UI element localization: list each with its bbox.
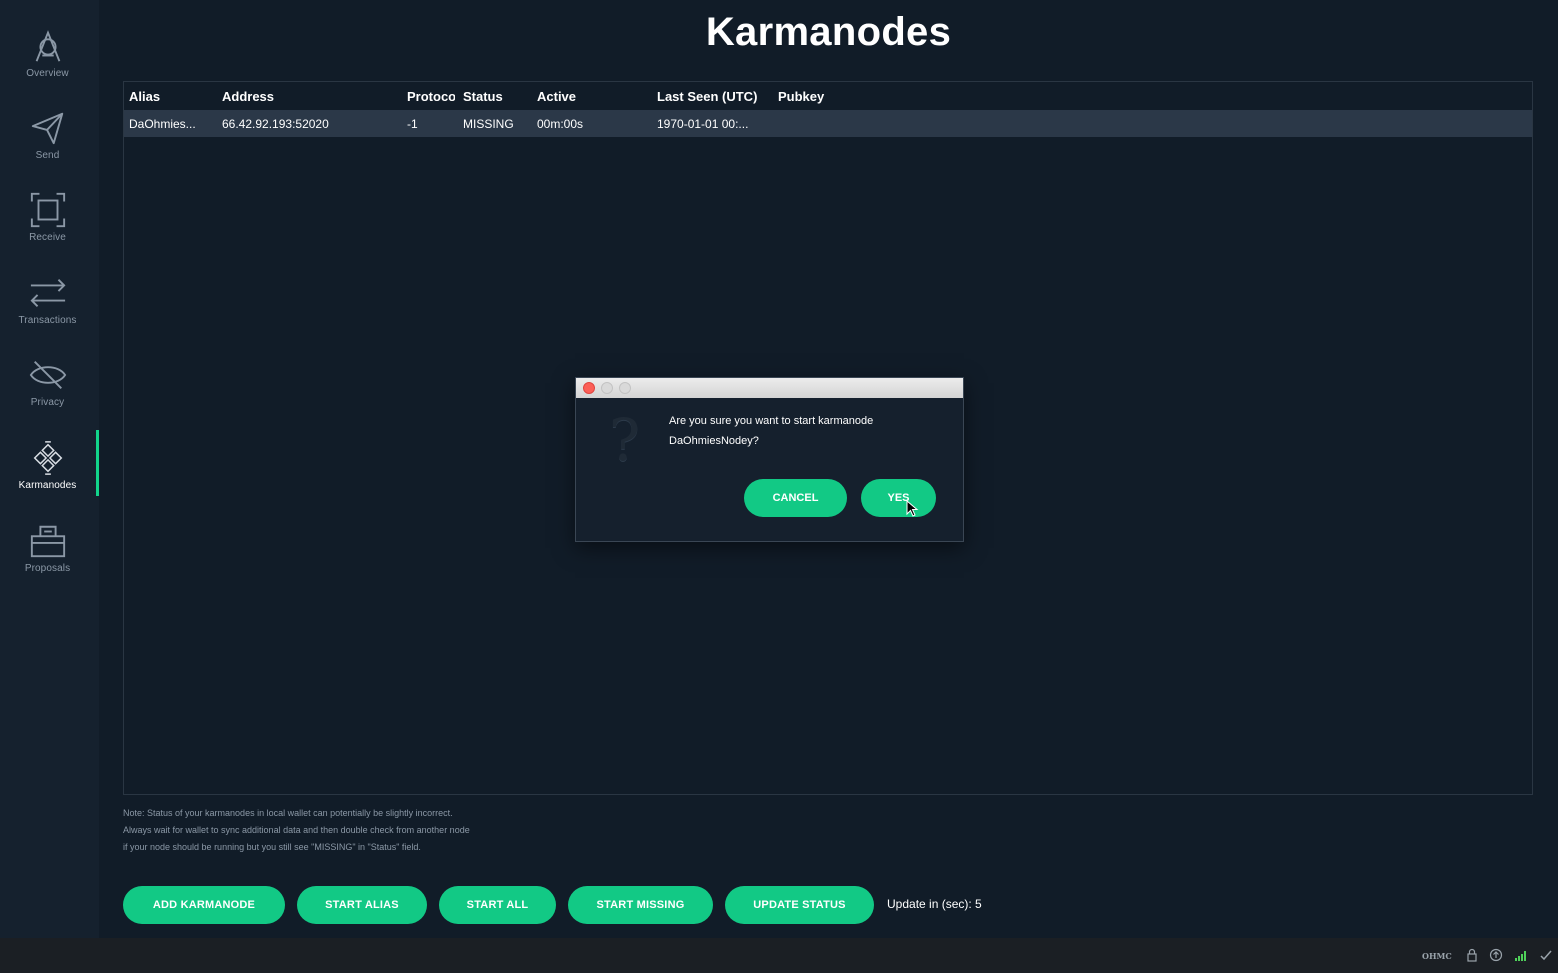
start-alias-button[interactable]: START ALIAS — [297, 886, 427, 924]
note-line-1: Note: Status of your karmanodes in local… — [123, 808, 453, 818]
unit-label[interactable]: OHMC — [1422, 951, 1452, 961]
note-line-3: if your node should be running but you s… — [123, 842, 421, 852]
dialog-titlebar[interactable] — [576, 378, 963, 398]
nav-overview-label: Overview — [26, 68, 69, 79]
nav-karmanodes[interactable]: Karmanodes — [0, 438, 95, 516]
nav-privacy-label: Privacy — [30, 397, 65, 408]
cell-active: 00m:00s — [537, 117, 584, 131]
send-icon — [28, 108, 68, 148]
nav-transactions-label: Transactions — [18, 315, 77, 326]
header-protocol[interactable]: Protocol — [407, 89, 455, 104]
header-last-seen[interactable]: Last Seen (UTC) — [657, 89, 769, 104]
update-countdown-value: 5 — [975, 897, 982, 911]
dialog-message: Are you sure you want to start karmanode… — [669, 411, 939, 451]
mouse-cursor-icon — [906, 500, 919, 517]
update-countdown-label: Update in (sec): — [887, 897, 972, 911]
karmanodes-icon — [28, 438, 68, 478]
window-close-button[interactable] — [583, 382, 595, 394]
update-status-button[interactable]: UPDATE STATUS — [725, 886, 874, 924]
header-active[interactable]: Active — [537, 89, 649, 104]
network-signal-icon[interactable] — [1514, 948, 1528, 962]
nav-proposals[interactable]: Proposals — [0, 521, 95, 599]
status-note: Note: Status of your karmanodes in local… — [123, 805, 623, 856]
ballot-box-icon — [28, 521, 68, 561]
window-minimize-button — [601, 382, 613, 394]
page-title: Karmanodes — [705, 10, 952, 54]
window-zoom-button — [619, 382, 631, 394]
cell-address: 66.42.92.193:52020 — [222, 117, 329, 131]
question-icon: ? — [609, 406, 641, 474]
nav-karmanodes-label: Karmanodes — [18, 480, 77, 491]
table-row[interactable]: DaOhmies... 66.42.92.193:52020 -1 MISSIN… — [124, 110, 1532, 137]
table-header: Alias Address Protocol Status Active Las… — [124, 82, 1532, 110]
cell-status: MISSING — [463, 117, 514, 131]
dialog-message-line-2: DaOhmiesNodey? — [669, 435, 759, 447]
logo-icon — [28, 26, 68, 66]
nav-receive-label: Receive — [29, 232, 66, 243]
sidebar: Overview Send Receive Transactions Priva… — [0, 0, 99, 938]
nav-overview[interactable]: Overview — [0, 26, 95, 104]
sync-icon[interactable] — [1489, 948, 1503, 962]
lock-icon[interactable] — [1465, 948, 1479, 962]
eye-off-icon — [28, 355, 68, 395]
start-all-button[interactable]: START ALL — [439, 886, 556, 924]
note-line-2: Always wait for wallet to sync additiona… — [123, 825, 470, 835]
add-karmanode-button[interactable]: ADD KARMANODE — [123, 886, 285, 924]
nav-proposals-label: Proposals — [24, 563, 71, 574]
receive-icon — [28, 190, 68, 230]
transactions-icon — [28, 273, 68, 313]
header-alias[interactable]: Alias — [129, 89, 214, 104]
cancel-button[interactable]: CANCEL — [744, 479, 847, 517]
header-pubkey[interactable]: Pubkey — [778, 89, 978, 104]
status-bar: OHMC — [0, 938, 1558, 973]
nav-transactions[interactable]: Transactions — [0, 273, 95, 351]
nav-send[interactable]: Send — [0, 108, 95, 186]
cell-last-seen: 1970-01-01 00:... — [657, 117, 749, 131]
nav-privacy[interactable]: Privacy — [0, 355, 95, 433]
dialog-message-line-1: Are you sure you want to start karmanode — [669, 415, 874, 427]
nav-receive[interactable]: Receive — [0, 190, 95, 268]
header-address[interactable]: Address — [222, 89, 397, 104]
header-status[interactable]: Status — [463, 89, 531, 104]
synced-check-icon[interactable] — [1539, 948, 1553, 962]
nav-send-label: Send — [35, 150, 60, 161]
active-indicator — [96, 430, 99, 496]
cell-protocol: -1 — [407, 117, 418, 131]
cell-alias: DaOhmies... — [129, 117, 196, 131]
start-missing-button[interactable]: START MISSING — [568, 886, 713, 924]
yes-button[interactable]: YES — [861, 479, 936, 517]
